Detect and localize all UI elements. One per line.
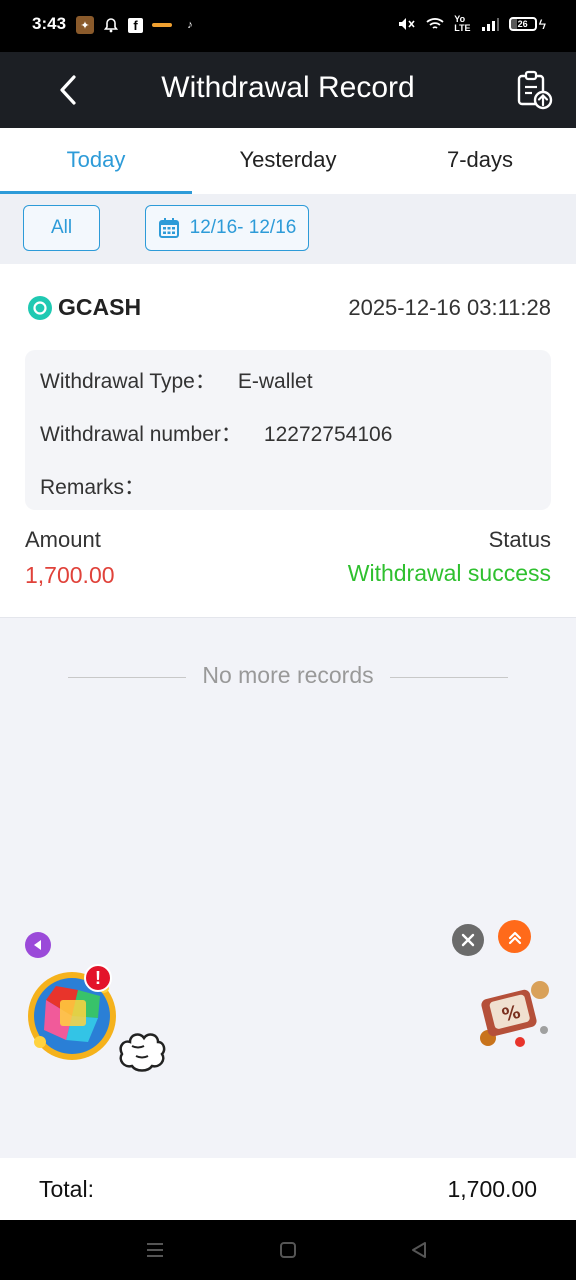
status-bar: 3:43 ✦ f ♪ Yo LTE 26 ϟ <box>0 0 576 52</box>
withdrawal-type-label: Withdrawal Type： <box>40 370 216 393</box>
collapse-widget-button[interactable] <box>25 932 51 958</box>
date-range-label: 12/16- 12/16 <box>189 217 297 238</box>
page-title: Withdrawal Record <box>161 71 415 104</box>
withdrawal-type-row: Withdrawal Type： E-wallet <box>40 365 313 395</box>
amount-label: Amount <box>25 527 101 552</box>
list-end-indicator: No more records <box>0 662 576 692</box>
tiktok-icon: ♪ <box>187 19 193 31</box>
close-icon <box>461 933 475 947</box>
record-datetime: 2025-12-16 03:11:28 <box>348 295 551 320</box>
filter-all-button[interactable]: All <box>23 205 100 251</box>
calendar-icon <box>158 218 179 238</box>
notification-icons: ✦ f ♪ <box>76 16 199 34</box>
volte-icon: Yo LTE <box>454 14 471 33</box>
signal-icon <box>481 18 499 31</box>
facebook-icon: f <box>128 17 143 33</box>
payment-method: GCASH <box>28 294 141 321</box>
menu-icon <box>147 1243 163 1257</box>
remarks-row: Remarks： <box>40 471 145 501</box>
bell-icon <box>102 16 120 34</box>
status-label: Status <box>488 527 551 552</box>
tab-7-days[interactable]: 7-days <box>384 128 576 194</box>
withdrawal-number-row: Withdrawal number： 12272754106 <box>40 418 392 448</box>
scroll-top-button[interactable] <box>498 920 531 953</box>
system-status-icons: Yo LTE 26 ϟ <box>396 15 546 33</box>
amount-value: 1,700.00 <box>25 562 115 588</box>
recent-apps-button[interactable] <box>144 1240 166 1260</box>
wifi-icon <box>426 18 444 29</box>
divider-left <box>68 677 186 678</box>
mute-icon <box>399 18 415 30</box>
date-tabs: Today Yesterday 7-days <box>0 128 576 194</box>
promo-widget[interactable]: % <box>474 974 554 1050</box>
clipboard-upload-icon <box>517 70 553 110</box>
square-icon <box>280 1242 296 1258</box>
home-button[interactable] <box>277 1240 299 1260</box>
record-details: Withdrawal Type： E-wallet Withdrawal numb… <box>25 350 551 510</box>
remarks-label: Remarks： <box>40 476 146 499</box>
system-nav-bar <box>0 1220 576 1280</box>
close-widget-button[interactable] <box>452 924 484 956</box>
withdrawal-number-label: Withdrawal number： <box>40 423 242 446</box>
withdrawal-type-value: E-wallet <box>237 370 313 393</box>
withdrawal-record-card[interactable]: GCASH 2025-12-16 03:11:28 Withdrawal Typ… <box>0 264 576 618</box>
battery-icon: 26 <box>508 17 537 31</box>
filter-bar: All 12/16- 12/16 <box>0 194 576 264</box>
record-history-button[interactable] <box>516 70 554 110</box>
charging-icon: ϟ <box>538 16 546 32</box>
app-icon <box>151 16 173 34</box>
tab-today[interactable]: Today <box>0 128 192 194</box>
gcash-logo-icon <box>28 295 52 320</box>
battery-level: 26 <box>517 19 528 29</box>
double-chevron-up-icon <box>508 931 521 944</box>
app-header: Withdrawal Record <box>0 52 576 128</box>
tab-yesterday[interactable]: Yesterday <box>192 128 384 194</box>
date-range-picker[interactable]: 12/16- 12/16 <box>145 205 309 251</box>
triangle-back-icon <box>412 1242 426 1258</box>
total-label: Total: <box>39 1176 94 1202</box>
payment-method-name: GCASH <box>58 294 142 320</box>
status-time: 3:43 <box>32 14 67 33</box>
glove-icon <box>114 1024 166 1072</box>
withdrawal-number-value: 12272754106 <box>263 423 393 446</box>
total-value: 1,700.00 <box>447 1176 537 1202</box>
play-left-icon <box>34 940 41 950</box>
list-end-text: No more records <box>202 662 374 688</box>
discount-coupon-icon: % <box>480 981 549 1047</box>
total-bar: Total: 1,700.00 <box>0 1158 576 1220</box>
status-value: Withdrawal success <box>347 560 551 586</box>
back-nav-button[interactable] <box>408 1240 430 1260</box>
alert-badge-icon: ! <box>84 964 112 992</box>
divider-right <box>390 677 508 678</box>
game-icon: ✦ <box>76 16 94 34</box>
